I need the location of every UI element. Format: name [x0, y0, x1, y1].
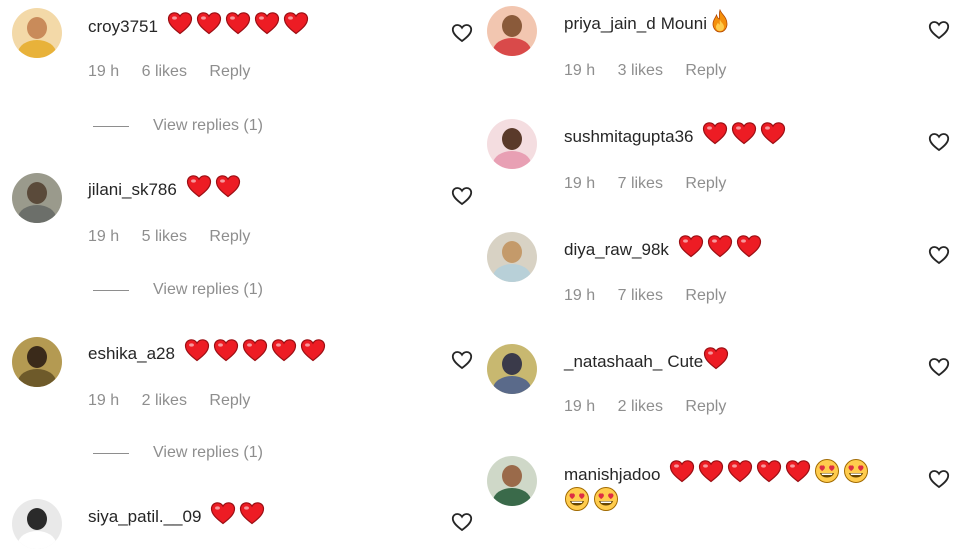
like-heart-icon[interactable]: [928, 357, 950, 377]
avatar[interactable]: [487, 344, 537, 394]
view-replies-button[interactable]: View replies (1): [93, 116, 263, 136]
username[interactable]: eshika_a28: [88, 344, 175, 363]
comment-likes[interactable]: 7 likes: [618, 287, 663, 304]
hearts-emoji-group: [210, 501, 265, 525]
like-heart-icon[interactable]: [928, 469, 950, 489]
red-heart-icon: [167, 11, 193, 35]
red-heart-icon: [756, 459, 782, 483]
avatar[interactable]: [12, 173, 62, 223]
username[interactable]: croy3751: [88, 17, 158, 36]
like-heart-icon[interactable]: [451, 23, 473, 43]
comment-likes[interactable]: 7 likes: [618, 175, 663, 192]
fire-icon: [711, 9, 729, 33]
red-heart-icon: [254, 11, 280, 35]
comment-likes[interactable]: 2 likes: [142, 392, 187, 409]
username[interactable]: manishjadoo: [564, 465, 660, 484]
red-heart-icon: [731, 121, 757, 145]
view-replies-button[interactable]: View replies (1): [93, 443, 263, 463]
like-heart-icon[interactable]: [451, 186, 473, 206]
red-heart-icon: [678, 234, 704, 258]
hearts-emoji-group: [184, 338, 326, 362]
red-heart-icon: [785, 459, 811, 483]
like-heart-icon[interactable]: [451, 512, 473, 532]
hearts-emoji-group: [703, 346, 729, 370]
hearts-emoji-group: [678, 234, 762, 258]
view-replies-label: View replies (1): [153, 117, 263, 134]
username[interactable]: jilani_sk786: [88, 180, 177, 199]
red-heart-icon: [702, 121, 728, 145]
comment-text: Cute: [667, 352, 704, 371]
comment-time: 19 h: [88, 63, 120, 80]
heart-eyes-face-icon: [814, 458, 840, 484]
heart-eyes-face-icon: [564, 486, 590, 512]
comment-likes[interactable]: 6 likes: [142, 63, 187, 80]
comment-time: 19 h: [564, 398, 596, 415]
heart-eyes-face-icon: [843, 458, 869, 484]
username[interactable]: diya_raw_98k: [564, 240, 669, 259]
reply-button[interactable]: Reply: [685, 287, 726, 304]
hearts-emoji-group: [186, 174, 241, 198]
username[interactable]: sushmitagupta36: [564, 127, 693, 146]
avatar[interactable]: [487, 456, 537, 506]
avatar[interactable]: [12, 8, 62, 58]
replies-divider: [93, 452, 129, 454]
red-heart-icon: [184, 338, 210, 362]
red-heart-icon: [225, 11, 251, 35]
comment-likes[interactable]: 5 likes: [142, 228, 187, 245]
username[interactable]: priya_jain_d: [564, 14, 656, 33]
reply-button[interactable]: Reply: [209, 228, 250, 245]
comment-time: 19 h: [88, 228, 120, 245]
red-heart-icon: [213, 338, 239, 362]
red-heart-icon: [210, 501, 236, 525]
red-heart-icon: [736, 234, 762, 258]
hearts-emoji-group: [167, 11, 309, 35]
red-heart-icon: [283, 11, 309, 35]
reply-button[interactable]: Reply: [685, 398, 726, 415]
avatar[interactable]: [12, 499, 62, 549]
username[interactable]: _natashaah_: [564, 352, 662, 371]
comment-text: Mouni: [660, 14, 707, 33]
comment-time: 19 h: [88, 392, 120, 409]
reply-button[interactable]: Reply: [685, 175, 726, 192]
avatar[interactable]: [487, 119, 537, 169]
like-heart-icon[interactable]: [928, 20, 950, 40]
red-heart-icon: [242, 338, 268, 362]
comment-likes[interactable]: 2 likes: [618, 398, 663, 415]
reply-button[interactable]: Reply: [685, 62, 726, 79]
avatar[interactable]: [487, 232, 537, 282]
red-heart-icon: [239, 501, 265, 525]
username[interactable]: siya_patil.__09: [88, 507, 201, 526]
red-heart-icon: [271, 338, 297, 362]
replies-divider: [93, 125, 129, 127]
red-heart-icon: [703, 346, 729, 370]
red-heart-icon: [300, 338, 326, 362]
hearts-emoji-group: [702, 121, 786, 145]
like-heart-icon[interactable]: [928, 132, 950, 152]
heart-eyes-face-icon: [593, 486, 619, 512]
red-heart-icon: [215, 174, 241, 198]
red-heart-icon: [196, 11, 222, 35]
red-heart-icon: [760, 121, 786, 145]
replies-divider: [93, 289, 129, 291]
avatar[interactable]: [12, 337, 62, 387]
comment-time: 19 h: [564, 287, 596, 304]
reply-button[interactable]: Reply: [209, 392, 250, 409]
view-replies-button[interactable]: View replies (1): [93, 280, 263, 300]
comment-time: 19 h: [564, 175, 596, 192]
comment-time: 19 h: [564, 62, 596, 79]
hearts-emoji-group: [669, 458, 869, 484]
avatar[interactable]: [487, 6, 537, 56]
comment-likes[interactable]: 3 likes: [618, 62, 663, 79]
red-heart-icon: [698, 459, 724, 483]
reply-button[interactable]: Reply: [209, 63, 250, 80]
like-heart-icon[interactable]: [451, 350, 473, 370]
view-replies-label: View replies (1): [153, 281, 263, 298]
emoji-continuation: [564, 486, 619, 512]
red-heart-icon: [727, 459, 753, 483]
like-heart-icon[interactable]: [928, 245, 950, 265]
red-heart-icon: [707, 234, 733, 258]
view-replies-label: View replies (1): [153, 444, 263, 461]
red-heart-icon: [669, 459, 695, 483]
red-heart-icon: [186, 174, 212, 198]
